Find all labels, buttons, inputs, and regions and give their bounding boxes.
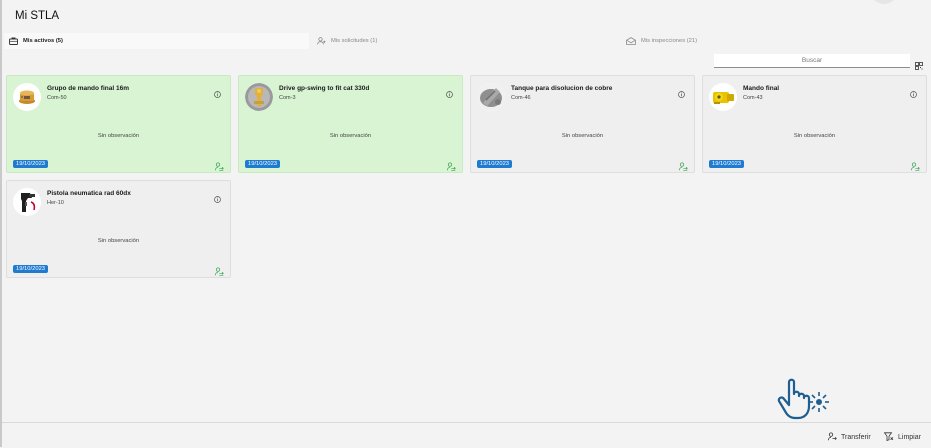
qr-scan-icon[interactable] <box>915 57 923 75</box>
asset-title: Tanque para disolucion de cobre <box>511 85 613 92</box>
tab-label: Mis solicitudes (1) <box>331 38 378 44</box>
observation-text: Sin observación <box>97 133 140 139</box>
search-placeholder: Buscar <box>801 57 823 64</box>
hand-pointer-icon <box>777 372 847 427</box>
info-icon[interactable] <box>678 85 685 103</box>
observation-text: Sin observación <box>97 238 140 244</box>
tab-mis-activos[interactable]: Mis activos (5) <box>4 33 309 49</box>
asset-card[interactable]: Tanque para disolucion de cobre Com-46 S… <box>470 75 695 173</box>
asset-card[interactable]: Grupo de mando final 16m Com-50 Sin obse… <box>6 75 231 173</box>
asset-title: Grupo de mando final 16m <box>47 85 129 92</box>
observation-text: Sin observación <box>793 133 836 139</box>
transfer-label: Transferir <box>841 434 871 441</box>
footer-bar: Transferir Limpiar <box>2 422 931 448</box>
filter-clear-icon <box>883 432 894 443</box>
date-badge: 19/10/2023 <box>13 265 49 273</box>
transfer-user-icon[interactable] <box>447 158 456 176</box>
briefcase-icon <box>9 37 18 45</box>
person-add-icon <box>317 37 326 45</box>
tab-label: Mis inspecciones (21) <box>641 38 698 44</box>
window-left-edge <box>0 0 2 447</box>
clear-button[interactable]: Limpiar <box>883 432 921 443</box>
tab-label: Mis activos (5) <box>23 38 63 44</box>
asset-code: Com-50 <box>47 95 67 101</box>
asset-card[interactable]: Drive gp-swing to fit cat 330d Com-3 Sin… <box>238 75 463 173</box>
envelope-open-icon <box>626 37 636 45</box>
tab-mis-solicitudes[interactable]: Mis solicitudes (1) <box>317 33 377 49</box>
tab-mis-inspecciones[interactable]: Mis inspecciones (21) <box>626 33 697 49</box>
date-badge: 19/10/2023 <box>245 160 281 168</box>
transfer-user-icon[interactable] <box>911 158 920 176</box>
info-icon[interactable] <box>214 85 221 103</box>
date-badge: 19/10/2023 <box>13 160 49 168</box>
asset-title: Drive gp-swing to fit cat 330d <box>279 85 370 92</box>
transfer-user-icon[interactable] <box>215 158 224 176</box>
asset-card[interactable]: Pistola neumatica rad 60dx Her-10 Sin ob… <box>6 180 231 278</box>
observation-text: Sin observación <box>561 133 604 139</box>
date-badge: 19/10/2023 <box>709 160 745 168</box>
observation-text: Sin observación <box>329 133 372 139</box>
asset-code: Com-46 <box>511 95 531 101</box>
clear-label: Limpiar <box>898 434 921 441</box>
info-icon[interactable] <box>910 85 917 103</box>
transfer-user-icon[interactable] <box>215 263 224 281</box>
asset-thumbnail <box>709 83 737 111</box>
info-icon[interactable] <box>214 190 221 208</box>
asset-thumbnail <box>13 83 41 111</box>
asset-title: Pistola neumatica rad 60dx <box>47 190 131 197</box>
asset-title: Mando final <box>743 85 780 92</box>
asset-card[interactable]: Mando final Com-43 Sin observación 19/10… <box>702 75 927 173</box>
asset-code: Com-3 <box>279 95 296 101</box>
asset-thumbnail <box>477 83 505 111</box>
date-badge: 19/10/2023 <box>477 160 513 168</box>
asset-code: Com-43 <box>743 95 763 101</box>
transfer-user-icon[interactable] <box>679 158 688 176</box>
transfer-button[interactable]: Transferir <box>828 432 871 443</box>
person-transfer-icon <box>828 432 837 443</box>
search-input[interactable]: Buscar <box>714 54 910 68</box>
info-icon[interactable] <box>446 85 453 103</box>
avatar[interactable] <box>873 0 895 4</box>
page-title: Mi STLA <box>15 10 60 22</box>
asset-thumbnail <box>13 188 41 216</box>
asset-thumbnail <box>245 83 273 111</box>
tab-bar: Mis activos (5) Mis solicitudes (1) Mis … <box>4 33 927 49</box>
asset-code: Her-10 <box>47 200 64 206</box>
